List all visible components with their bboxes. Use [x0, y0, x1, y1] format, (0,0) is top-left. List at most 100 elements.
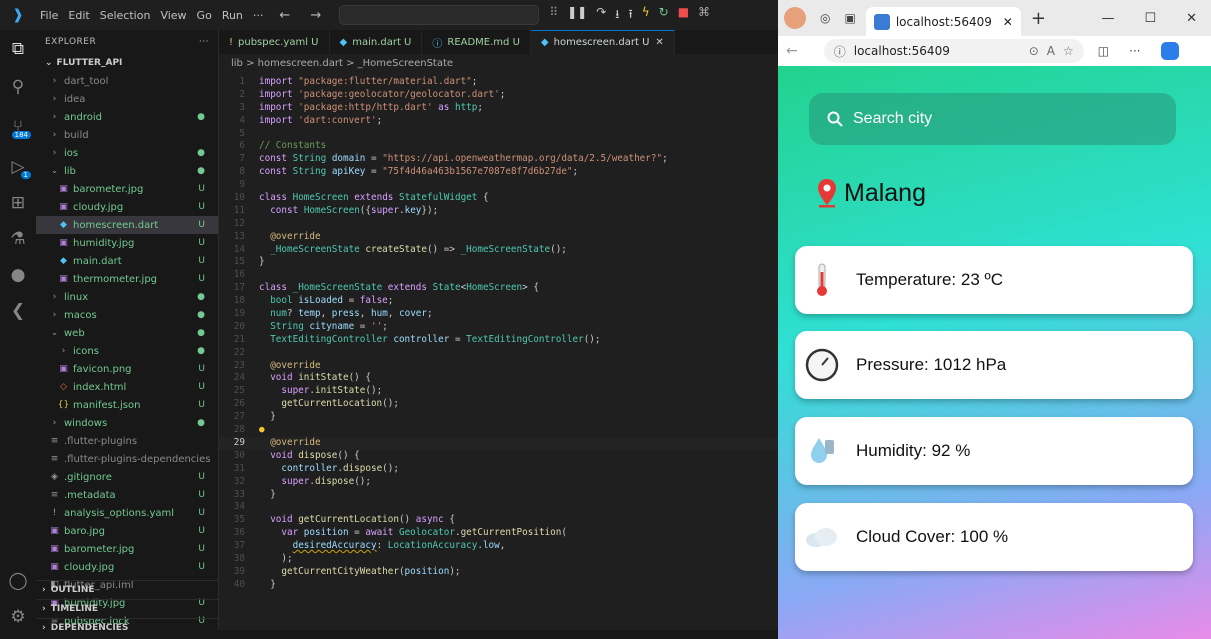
tree-item[interactable]: › icons ●: [36, 342, 218, 360]
search-icon[interactable]: ⚲: [0, 70, 36, 104]
tree-item[interactable]: ≡ .flutter-plugins-dependencies: [36, 450, 218, 468]
tree-item[interactable]: ◈ .gitignore U: [36, 468, 218, 486]
workspaces-icon[interactable]: ◎: [820, 11, 830, 25]
python-icon[interactable]: ●: [0, 258, 36, 292]
json-file-icon: {}: [57, 400, 70, 410]
tree-item[interactable]: ▣ favicon.png U: [36, 360, 218, 378]
menu-more[interactable]: ···: [253, 9, 264, 22]
search-city-field[interactable]: Search city: [809, 93, 1176, 145]
tree-item[interactable]: ▣ baro.jpg U: [36, 522, 218, 540]
tab-actions-icon[interactable]: ▣: [844, 11, 855, 25]
breadcrumb[interactable]: lib > homescreen.dart > _HomeScreenState: [219, 54, 778, 72]
profile-avatar[interactable]: [784, 7, 806, 29]
maximize-icon[interactable]: ☐: [1144, 11, 1156, 26]
step-out-icon[interactable]: ⭱: [629, 5, 633, 26]
tree-item[interactable]: ▣ humidity.jpg U: [36, 234, 218, 252]
tree-item[interactable]: ▣ barometer.jpg U: [36, 540, 218, 558]
stop-icon[interactable]: ■: [678, 5, 689, 26]
tab-readme[interactable]: ⓘ README.md U: [422, 30, 531, 54]
minimize-icon[interactable]: —: [1101, 11, 1114, 26]
tab-homescreen[interactable]: ◆ homescreen.dart U ✕: [530, 30, 675, 54]
tree-item[interactable]: ◇ index.html U: [36, 378, 218, 396]
menu-go[interactable]: Go: [197, 9, 212, 22]
flutter-icon[interactable]: ❮: [0, 294, 36, 328]
project-root[interactable]: ⌄ FLUTTER_API: [36, 54, 218, 72]
pause-icon[interactable]: ❚❚: [567, 5, 587, 26]
dart-file-icon: ◆: [60, 220, 67, 230]
tree-item[interactable]: › windows ●: [36, 414, 218, 432]
code-editor[interactable]: 1 import "package:flutter/material.dart";…: [219, 76, 778, 630]
tree-item[interactable]: › build: [36, 126, 218, 144]
more-options-icon[interactable]: ···: [1129, 44, 1140, 58]
tree-item[interactable]: ! analysis_options.yaml U: [36, 504, 218, 522]
tree-item[interactable]: › linux ●: [36, 288, 218, 306]
code-text: const String apiKey = "75f4d46a463b1567e…: [259, 166, 579, 178]
more-actions-icon[interactable]: ···: [199, 37, 209, 47]
close-window-icon[interactable]: ✕: [1186, 11, 1197, 26]
testing-icon[interactable]: ⚗: [0, 222, 36, 256]
tree-item-label: .flutter-plugins: [64, 435, 138, 447]
restart-icon[interactable]: ↻: [659, 5, 669, 26]
devtools-icon[interactable]: ⌘: [698, 5, 710, 26]
browser-tab-localhost[interactable]: localhost:56409 ✕: [865, 7, 1021, 36]
tree-item[interactable]: › dart_tool: [36, 72, 218, 90]
git-status-badge: ●: [197, 148, 205, 158]
tree-item[interactable]: ⌄ lib ●: [36, 162, 218, 180]
close-icon[interactable]: ✕: [655, 37, 663, 48]
menu-file[interactable]: File: [40, 9, 58, 22]
tree-item[interactable]: ◆ homescreen.dart U: [36, 216, 218, 234]
tree-item[interactable]: ≡ .metadata U: [36, 486, 218, 504]
lightbulb-icon[interactable]: ●: [259, 424, 265, 435]
line-number: 14: [233, 243, 245, 255]
line-number: 16: [233, 269, 245, 281]
code-text: class HomeScreen extends StatefulWidget …: [259, 192, 489, 204]
tree-item[interactable]: › macos ●: [36, 306, 218, 324]
step-over-icon[interactable]: ↷: [596, 5, 606, 26]
command-center[interactable]: [339, 5, 540, 25]
code-line: 36 var position = await Geolocator.getCu…: [219, 527, 778, 540]
run-debug-icon[interactable]: ▷ 1: [0, 150, 36, 184]
code-text: const HomeScreen({super.key});: [270, 204, 439, 216]
back-icon[interactable]: ←: [786, 43, 798, 59]
menu-view[interactable]: View: [160, 9, 186, 22]
tree-item[interactable]: ▣ cloudy.jpg U: [36, 198, 218, 216]
favorite-star-icon[interactable]: ☆: [1063, 44, 1074, 58]
tree-item[interactable]: ≡ .flutter-plugins: [36, 432, 218, 450]
tree-item[interactable]: ⌄ web ●: [36, 324, 218, 342]
tab-pubspec[interactable]: ! pubspec.yaml U: [219, 30, 330, 54]
tree-item[interactable]: › idea: [36, 90, 218, 108]
info-icon[interactable]: ⓘ: [834, 43, 846, 60]
split-screen-icon[interactable]: ◫: [1098, 44, 1109, 58]
hot-reload-icon[interactable]: ϟ: [642, 5, 650, 26]
step-into-icon[interactable]: ⭳: [615, 5, 619, 26]
source-control-icon[interactable]: ⑂ 184: [0, 110, 36, 144]
location-icon[interactable]: ⊙: [1029, 44, 1039, 58]
timeline-section[interactable]: › TIMELINE: [36, 599, 219, 618]
drag-handle-icon[interactable]: ⠿: [549, 5, 558, 26]
code-line: 31 controller.dispose();: [219, 463, 778, 476]
line-number: 10: [233, 192, 245, 204]
explorer-icon[interactable]: ⧉: [0, 32, 36, 66]
url-field[interactable]: ⓘ localhost:56409 ⊙ A ☆: [823, 39, 1084, 63]
menu-edit[interactable]: Edit: [68, 9, 89, 22]
tree-item[interactable]: ▣ cloudy.jpg U: [36, 558, 218, 576]
tree-item[interactable]: ◆ main.dart U: [36, 252, 218, 270]
extensions-icon[interactable]: ⊞: [0, 186, 36, 220]
menu-selection[interactable]: Selection: [100, 9, 151, 22]
nav-arrows[interactable]: ← →: [279, 8, 329, 23]
settings-gear-icon[interactable]: ⚙: [0, 600, 36, 634]
tree-item[interactable]: ▣ thermometer.jpg U: [36, 270, 218, 288]
copilot-icon[interactable]: [1160, 42, 1179, 60]
tab-main-dart[interactable]: ◆ main.dart U: [330, 30, 423, 54]
outline-section[interactable]: › OUTLINE: [36, 580, 219, 599]
new-tab-icon[interactable]: +: [1031, 8, 1046, 29]
read-aloud-icon[interactable]: A: [1047, 44, 1055, 58]
tree-item[interactable]: › ios ●: [36, 144, 218, 162]
account-icon[interactable]: ◯: [0, 564, 36, 598]
line-number: 6: [239, 140, 245, 152]
tree-item[interactable]: › android ●: [36, 108, 218, 126]
tree-item[interactable]: {} manifest.json U: [36, 396, 218, 414]
close-tab-icon[interactable]: ✕: [1003, 15, 1013, 29]
tree-item[interactable]: ▣ barometer.jpg U: [36, 180, 218, 198]
menu-run[interactable]: Run: [222, 9, 243, 22]
